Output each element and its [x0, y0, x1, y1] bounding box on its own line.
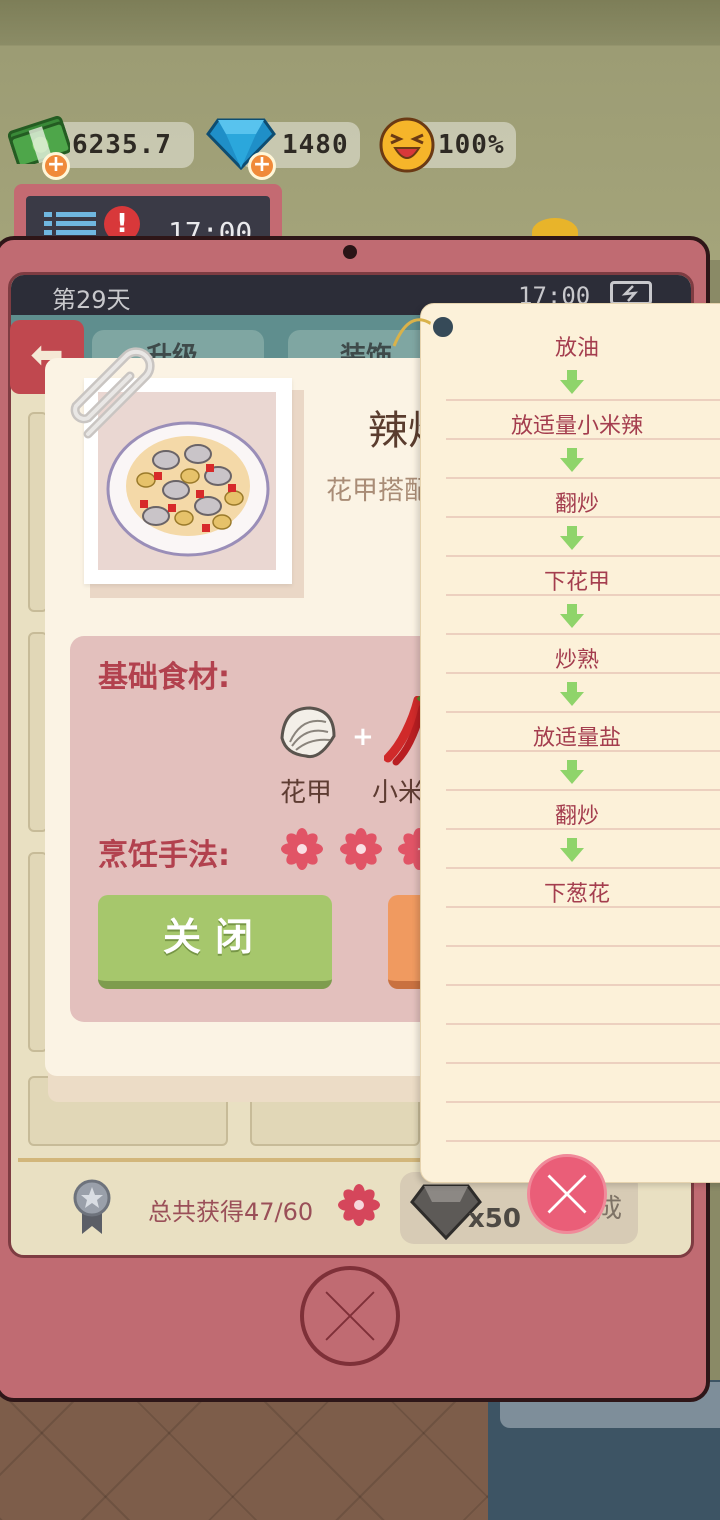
close-steps-button[interactable]	[527, 1154, 607, 1234]
step-item: 翻炒	[554, 804, 599, 829]
cooking-method-label: 烹饪手法:	[98, 838, 230, 873]
chili-icon	[384, 696, 424, 766]
down-arrow-icon	[560, 838, 584, 862]
step-item: 放适量盐	[532, 726, 621, 751]
step-item: 放油	[554, 336, 599, 361]
step-item: 翻炒	[554, 492, 599, 517]
clam-icon	[280, 706, 336, 759]
flower-icon	[281, 828, 323, 870]
down-arrow-icon	[560, 370, 584, 394]
down-arrow-icon	[560, 526, 584, 550]
down-arrow-icon	[560, 604, 584, 628]
total-collected: 总共获得47/60	[148, 1198, 314, 1226]
paperclip-icon	[70, 347, 155, 439]
step-item: 下葱花	[543, 882, 610, 907]
flower-icon	[398, 828, 420, 870]
dish-description: 花甲搭配	[326, 476, 431, 506]
plus-sign: +	[352, 722, 374, 752]
close-button[interactable]: 关闭	[98, 895, 332, 989]
flower-icon	[338, 1184, 380, 1226]
flower-icon	[340, 828, 382, 870]
down-arrow-icon	[560, 448, 584, 472]
gems-value: 1480	[282, 130, 349, 160]
tablet-camera	[343, 245, 357, 259]
reward-count: x50	[468, 1204, 521, 1234]
ingredient-name: 花甲	[280, 778, 333, 808]
battery-icon	[610, 281, 652, 305]
ingredients-label: 基础食材:	[98, 660, 230, 695]
ingredient-name: 小米	[372, 778, 420, 808]
step-item: 炒熟	[554, 648, 599, 673]
down-arrow-icon	[560, 760, 584, 784]
tablet-home-button[interactable]	[300, 1266, 400, 1366]
list-icon	[44, 212, 96, 235]
cash-value: 6235.7	[72, 130, 172, 160]
step-item: 放适量小米辣	[510, 414, 643, 439]
day-counter: 第29天	[52, 286, 131, 314]
medal-icon	[73, 1179, 111, 1234]
satisfaction-value: 100%	[438, 130, 505, 160]
add-gems-button[interactable]: +	[248, 152, 276, 180]
laughing-face-icon	[379, 117, 435, 173]
down-arrow-icon	[560, 682, 584, 706]
step-item: 下花甲	[543, 570, 610, 595]
add-cash-button[interactable]: +	[42, 152, 70, 180]
